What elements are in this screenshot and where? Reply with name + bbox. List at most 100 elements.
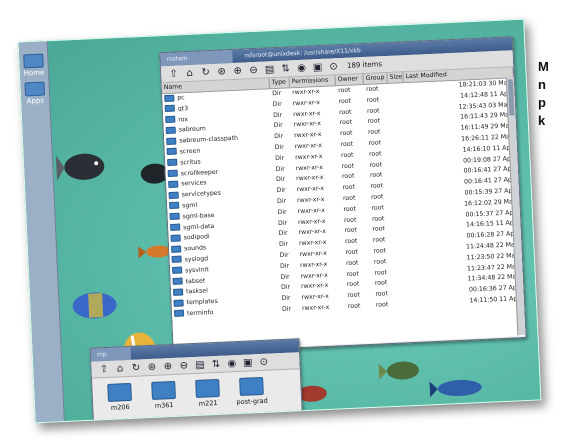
options-icon[interactable]: ⊙: [257, 355, 271, 369]
file-size: [395, 234, 411, 246]
file-size: [391, 148, 407, 160]
file-size: [388, 94, 404, 106]
home-icon[interactable]: ⌂: [183, 66, 197, 80]
file-size: [392, 170, 408, 182]
folder-icon: [164, 94, 175, 102]
up-icon[interactable]: ⇧: [97, 362, 111, 376]
file-size: [389, 105, 405, 117]
select-icon[interactable]: ▣: [311, 60, 325, 74]
apps-launcher[interactable]: Apps: [22, 81, 47, 105]
folder-icon: [167, 158, 178, 167]
scrollbar-thumb[interactable]: [507, 79, 515, 116]
column-group[interactable]: Group: [363, 72, 388, 85]
zoom-in-icon[interactable]: ⊕: [231, 64, 245, 78]
column-type[interactable]: Type: [269, 77, 290, 89]
file-name-text: tabset: [185, 276, 206, 285]
file-owner: root: [347, 302, 361, 310]
column-owner[interactable]: Owner: [335, 74, 364, 86]
file-size: [390, 126, 406, 138]
column-permissions[interactable]: Permissions: [289, 75, 336, 88]
folder-icon: [172, 288, 184, 296]
refresh-icon[interactable]: ↻: [129, 361, 143, 375]
home-launcher[interactable]: Home: [21, 53, 46, 77]
zoom-out-icon[interactable]: ⊖: [247, 63, 261, 77]
eye-icon[interactable]: ◉: [295, 61, 309, 75]
file-name-text: rox: [178, 115, 189, 124]
file-size: [392, 180, 408, 192]
zoom-in-icon[interactable]: ⊕: [161, 359, 175, 373]
blue-yellow-fish-image: [72, 292, 117, 319]
folder-icon: [168, 180, 179, 188]
folder-icon: [239, 376, 264, 396]
zoom-out-icon[interactable]: ⊖: [177, 359, 191, 373]
eye-icon[interactable]: ◉: [225, 357, 239, 371]
file-size: [389, 116, 405, 128]
file-size: [396, 267, 412, 279]
caption-line: M: [538, 59, 549, 74]
folder-item[interactable]: m206: [102, 382, 137, 413]
screenshot-photo: Home Apps rostam rsfsroot@unixdesk: /usr…: [17, 18, 542, 424]
folder-icon: [107, 382, 133, 402]
column-size[interactable]: Size: [387, 72, 404, 83]
file-name-text: terminfo: [186, 309, 214, 318]
options-icon[interactable]: ⊙: [327, 60, 341, 74]
file-name-text: sabreum-classpath: [179, 134, 239, 145]
file-group: root: [375, 301, 389, 309]
folder-icon: [170, 223, 181, 232]
file-name-text: scrollkeeper: [180, 168, 219, 178]
file-name-text: tasksel: [185, 287, 209, 296]
folder-icon: [151, 380, 176, 400]
folder-item[interactable]: post-grad: [234, 376, 269, 407]
file-size: [395, 245, 411, 257]
folder-icon: [166, 148, 177, 156]
up-icon[interactable]: ⇧: [167, 67, 181, 81]
apps-label: Apps: [26, 96, 45, 106]
folder-icon: [171, 255, 182, 264]
folder-window: mp ⇧ ⌂ ↻ ⊛ ⊕ ⊖ ▤ ⇅ ◉ ▣ ⊙ m206 m361 m221 …: [89, 338, 304, 424]
item-count: 189 items: [346, 60, 383, 70]
select-icon[interactable]: ▣: [241, 356, 255, 370]
folder-icon: [173, 309, 185, 318]
list-view-icon[interactable]: ▤: [193, 358, 207, 372]
caption-line: k: [538, 113, 546, 128]
folder-window-title[interactable]: mp: [90, 346, 132, 362]
file-size: [397, 277, 413, 289]
folder-icon: [171, 266, 183, 275]
folder-icon: [168, 191, 179, 199]
file-name-text: sgml-base: [182, 211, 215, 221]
binoculars-icon[interactable]: ⊛: [215, 65, 229, 79]
folder-icon: [169, 202, 180, 210]
file-name-text: templates: [186, 298, 218, 307]
caption-line: n: [538, 77, 546, 92]
refresh-icon[interactable]: ↻: [199, 65, 213, 79]
folder-icon: [165, 126, 176, 134]
file-size: [390, 137, 406, 149]
home-label: Home: [23, 68, 45, 78]
file-name-text: services: [181, 179, 207, 188]
caption-line: p: [538, 95, 546, 110]
file-permissions: rwxr-xr-x: [301, 303, 330, 313]
folder-label: m221: [198, 399, 218, 408]
home-icon[interactable]: ⌂: [113, 362, 127, 376]
binoculars-icon[interactable]: ⊛: [145, 360, 159, 374]
list-view-icon[interactable]: ▤: [263, 63, 277, 77]
file-name-text: sabreum: [178, 125, 207, 134]
file-name-text: sounds: [184, 244, 207, 253]
angelfish-image: [55, 153, 105, 182]
sort-icon[interactable]: ⇅: [279, 62, 293, 76]
file-name-text: screen: [179, 147, 201, 156]
green-fish-image: [378, 361, 419, 380]
folder-label: m206: [110, 402, 130, 412]
folder-icon: [164, 104, 175, 113]
file-name-text: servicetypes: [181, 189, 222, 199]
file-size: [393, 191, 409, 203]
file-size: [388, 83, 404, 95]
folder-item[interactable]: m361: [146, 380, 181, 411]
folder-item[interactable]: m221: [190, 378, 225, 409]
folder-label: post-grad: [236, 396, 268, 407]
file-name-text: sodipodi: [183, 233, 210, 242]
file-name-text: qt3: [177, 104, 189, 113]
folder-icon: [173, 299, 184, 307]
sort-icon[interactable]: ⇅: [209, 357, 223, 371]
folder-icon: [166, 137, 177, 145]
